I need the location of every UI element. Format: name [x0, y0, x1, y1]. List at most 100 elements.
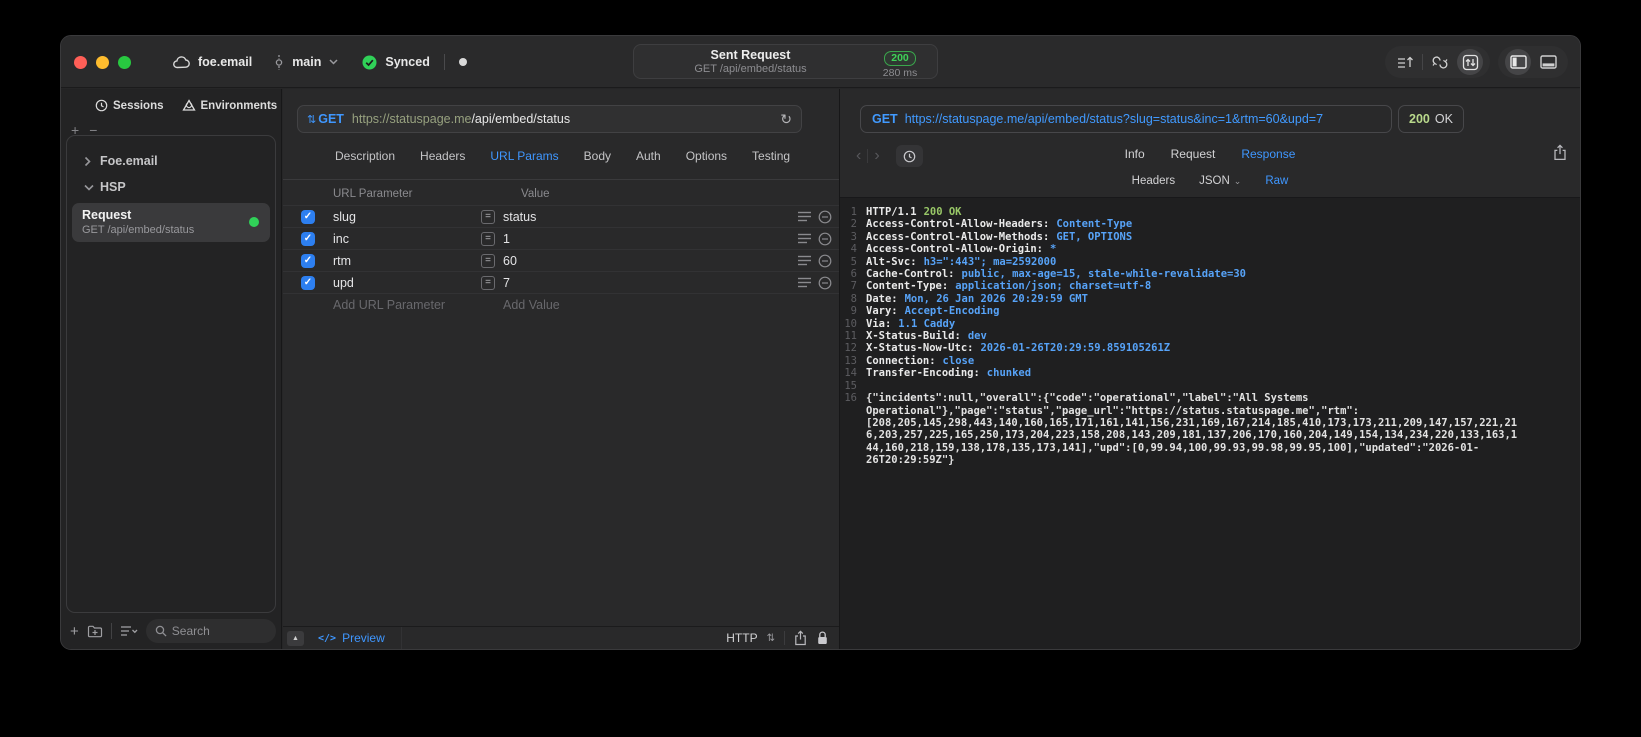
- response-header-line: 10 Via: 1.1 Caddy: [840, 318, 1520, 330]
- sync-loops-button[interactable]: [1427, 49, 1453, 75]
- cloud-icon: [173, 55, 190, 69]
- tab-sessions[interactable]: Sessions: [95, 99, 164, 112]
- tab-response[interactable]: Response: [1241, 147, 1295, 161]
- drag-handle-icon[interactable]: [798, 233, 811, 244]
- export-icon[interactable]: [1553, 144, 1567, 161]
- close-window-button[interactable]: [74, 56, 87, 69]
- panel-bottom-toggle[interactable]: [1535, 49, 1561, 75]
- equals-icon: =: [481, 231, 495, 246]
- response-url-box[interactable]: GET https://statuspage.me/api/embed/stat…: [860, 105, 1392, 133]
- line-number: 2: [850, 218, 857, 231]
- resend-icon[interactable]: ↻: [780, 111, 792, 128]
- param-value[interactable]: status: [503, 210, 536, 224]
- subtab-raw[interactable]: Raw: [1265, 175, 1288, 187]
- drag-handle-icon[interactable]: [798, 277, 811, 288]
- sent-request-summary[interactable]: Sent Request GET /api/embed/status 200 2…: [633, 44, 938, 79]
- tab-body[interactable]: Body: [584, 149, 611, 163]
- tab-headers[interactable]: Headers: [420, 149, 465, 163]
- equals-icon: =: [481, 275, 495, 290]
- collapse-panel-button[interactable]: ▲: [287, 630, 304, 646]
- preview-button[interactable]: </> Preview: [318, 627, 402, 649]
- add-request-button[interactable]: +: [70, 623, 79, 640]
- tab-environments[interactable]: Environments: [181, 99, 277, 112]
- protocol-selector[interactable]: HTTP: [726, 631, 757, 645]
- line-number: 15: [844, 379, 857, 392]
- response-method: GET: [872, 112, 898, 126]
- param-checkbox-checked[interactable]: ✓: [301, 253, 315, 268]
- tab-auth[interactable]: Auth: [636, 149, 661, 163]
- add-param-row[interactable]: Add URL Parameter Add Value: [283, 293, 839, 315]
- equals-icon: =: [481, 209, 495, 224]
- lock-icon[interactable]: [816, 630, 829, 646]
- remove-param-button[interactable]: [818, 276, 832, 290]
- remove-param-button[interactable]: [818, 254, 832, 268]
- param-checkbox-checked[interactable]: ✓: [301, 231, 315, 246]
- add-param-placeholder[interactable]: Add URL Parameter: [333, 298, 503, 312]
- sort-options-button[interactable]: [120, 625, 138, 637]
- param-checkbox-checked[interactable]: ✓: [301, 209, 315, 224]
- request-url-bar[interactable]: ⇅ GET https://statuspage.me/api/embed/st…: [297, 105, 802, 133]
- drag-handle-icon[interactable]: [798, 211, 811, 222]
- method-dropdown-icon[interactable]: ⇅: [307, 113, 316, 126]
- header-name: Access-Control-Allow-Origin:: [866, 243, 1044, 256]
- param-value[interactable]: 1: [503, 232, 510, 246]
- protocol-updown-icon[interactable]: ⇅: [767, 633, 775, 644]
- divider: [283, 179, 839, 180]
- tree-item-foe-email[interactable]: Foe.email: [67, 148, 275, 174]
- header-value: close: [942, 354, 975, 367]
- param-name[interactable]: upd: [333, 276, 481, 290]
- request-item-title: Request: [82, 208, 132, 222]
- response-header-line: 13 Connection: close: [840, 355, 1520, 367]
- param-name[interactable]: slug: [333, 210, 481, 224]
- line-number: 5: [850, 255, 857, 268]
- recording-dot[interactable]: [458, 58, 467, 66]
- request-list-item-selected[interactable]: Request GET /api/embed/status: [72, 203, 270, 242]
- import-export-button[interactable]: [1457, 49, 1483, 75]
- request-url-host[interactable]: https://statuspage.me: [352, 112, 472, 126]
- send-queue-button[interactable]: [1392, 49, 1418, 75]
- header-name: Access-Control-Allow-Methods:: [866, 230, 1050, 243]
- share-icon[interactable]: [794, 630, 807, 646]
- raw-response-viewer[interactable]: 1 HTTP/1.1 200 OK 2 Access-Control-Allow-…: [840, 197, 1580, 649]
- tab-options[interactable]: Options: [686, 149, 727, 163]
- remove-param-button[interactable]: [818, 210, 832, 224]
- tab-testing[interactable]: Testing: [752, 149, 790, 163]
- header-value: dev: [967, 330, 987, 343]
- request-url-path[interactable]: /api/embed/status: [471, 112, 570, 126]
- tab-info[interactable]: Info: [1125, 147, 1145, 161]
- line-number: 13: [844, 354, 857, 367]
- param-name[interactable]: rtm: [333, 254, 481, 268]
- param-name[interactable]: inc: [333, 232, 481, 246]
- subtab-json[interactable]: JSON ⌄: [1199, 175, 1241, 187]
- search-box[interactable]: [145, 619, 276, 643]
- tab-description[interactable]: Description: [335, 149, 395, 163]
- tab-request[interactable]: Request: [1171, 147, 1216, 161]
- subtab-headers[interactable]: Headers: [1132, 175, 1175, 187]
- drag-handle-icon[interactable]: [798, 255, 811, 266]
- branch-icon[interactable]: [274, 54, 284, 70]
- search-input[interactable]: [171, 624, 267, 638]
- header-value: h3=":443"; ma=2592000: [923, 255, 1057, 268]
- line-number: 9: [850, 305, 857, 318]
- line-number: 16: [844, 392, 857, 405]
- param-value[interactable]: 60: [503, 254, 517, 268]
- add-value-placeholder[interactable]: Add Value: [503, 298, 560, 312]
- minimize-window-button[interactable]: [96, 56, 109, 69]
- project-name[interactable]: foe.email: [198, 55, 252, 69]
- header-name: Cache-Control:: [866, 268, 955, 281]
- remove-param-button[interactable]: [818, 232, 832, 246]
- branch-name[interactable]: main: [292, 55, 321, 69]
- chevron-down-icon[interactable]: [329, 59, 338, 65]
- header-name: Transfer-Encoding:: [866, 367, 980, 380]
- panel-left-toggle[interactable]: [1505, 49, 1531, 75]
- tab-url-params[interactable]: URL Params: [490, 149, 558, 163]
- new-folder-icon[interactable]: [87, 624, 103, 638]
- param-value[interactable]: 7: [503, 276, 510, 290]
- param-checkbox-checked[interactable]: ✓: [301, 275, 315, 290]
- tree-item-label: HSP: [100, 180, 126, 194]
- tree-item-hsp[interactable]: HSP: [67, 174, 275, 200]
- response-header-line: 7 Content-Type: application/json; charset=…: [840, 280, 1520, 292]
- response-header-line: 2 Access-Control-Allow-Headers: Content-Ty…: [840, 218, 1520, 230]
- request-method[interactable]: GET: [318, 112, 344, 126]
- zoom-window-button[interactable]: [118, 56, 131, 69]
